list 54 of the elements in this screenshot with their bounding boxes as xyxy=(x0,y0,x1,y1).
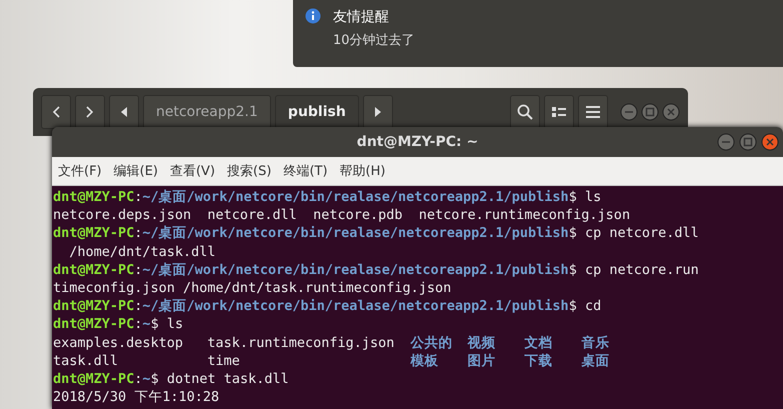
folder-name: 桌面 xyxy=(581,352,610,370)
list-view-icon xyxy=(552,106,566,118)
chevron-right-icon xyxy=(86,106,94,118)
folder-name: 公共的 xyxy=(410,334,454,352)
terminal-line: dnt@MZY-PC:~/桌面/work/netcore/bin/realase/netcoreapp2.1/publish$ cp netcore.dll xyxy=(53,224,699,243)
menu-item[interactable]: 查看(V) xyxy=(170,162,216,180)
terminal-line: dnt@MZY-PC:~/桌面/work/netcore/bin/realase/netcoreapp2.1/publish$ ls xyxy=(53,188,602,206)
notification-title: 友情提醒 xyxy=(333,8,390,26)
folder-name: 视频 xyxy=(468,334,496,352)
close-icon[interactable] xyxy=(662,103,680,121)
triangle-left-icon xyxy=(121,107,127,117)
file-name: task.dll xyxy=(53,352,120,370)
menu-item[interactable]: 终端(T) xyxy=(283,162,328,180)
folder-name: 模板 xyxy=(410,352,440,370)
menu-item[interactable]: 帮助(H) xyxy=(340,162,386,180)
back-button[interactable] xyxy=(41,95,71,129)
maximize-icon[interactable] xyxy=(739,133,757,151)
path-button[interactable]: netcoreapp2.1 xyxy=(143,95,271,129)
menu-button[interactable] xyxy=(578,95,608,129)
terminal-line: dnt@MZY-PC:~/桌面/work/netcore/bin/realase/netcoreapp2.1/publish$ cd xyxy=(53,297,602,316)
search-icon xyxy=(517,104,533,120)
view-toggle-button[interactable] xyxy=(544,95,574,129)
folder-name: 下载 xyxy=(524,352,554,370)
menu-item[interactable]: 搜索(S) xyxy=(227,162,272,180)
terminal-line: dnt@MZY-PC:~$ dotnet task.dll xyxy=(53,370,289,388)
folder-name: 图片 xyxy=(468,352,496,370)
window-title: dnt@MZY-PC: ~ xyxy=(356,134,478,150)
notification-message: 10分钟过去了 xyxy=(333,32,415,49)
terminal-output: timeconfig.json /home/dnt/task.runtimeconfig.json xyxy=(53,279,452,298)
path-button[interactable]: publish xyxy=(274,95,359,129)
menu-item[interactable]: 编辑(E) xyxy=(114,162,158,180)
triangle-right-icon xyxy=(374,107,381,117)
terminal-output: 2018/5/30 下午1:10:28 xyxy=(53,388,220,406)
file-name: task.runtimeconfig.json xyxy=(207,334,396,352)
terminal-line: dnt@MZY-PC:~/桌面/work/netcore/bin/realase/netcoreapp2.1/publish$ cp netcore.run xyxy=(53,260,699,280)
terminal-output: netcore.deps.json netcore.dll netcore.pdb netcore.runtimeconfig.json xyxy=(53,206,630,224)
forward-button[interactable] xyxy=(75,95,105,129)
folder-name: 音乐 xyxy=(581,334,610,352)
folder-name: 文档 xyxy=(524,334,554,352)
search-button[interactable] xyxy=(510,95,540,129)
scroll-left-button[interactable] xyxy=(109,95,139,129)
file-name: examples.desktop xyxy=(53,334,184,352)
file-name: time xyxy=(207,352,241,370)
minimize-icon[interactable] xyxy=(620,103,638,121)
menu-icon xyxy=(586,106,600,118)
chevron-left-icon xyxy=(52,106,60,118)
terminal-output: /home/dnt/task.dll xyxy=(68,242,216,261)
maximize-icon[interactable] xyxy=(641,103,659,121)
minimize-icon[interactable] xyxy=(717,133,735,151)
close-icon[interactable] xyxy=(761,133,779,151)
terminal-line: dnt@MZY-PC:~$ ls xyxy=(53,315,184,334)
scroll-right-button[interactable] xyxy=(362,95,393,129)
menu-item[interactable]: 文件(F) xyxy=(58,162,102,180)
info-icon xyxy=(305,8,321,24)
